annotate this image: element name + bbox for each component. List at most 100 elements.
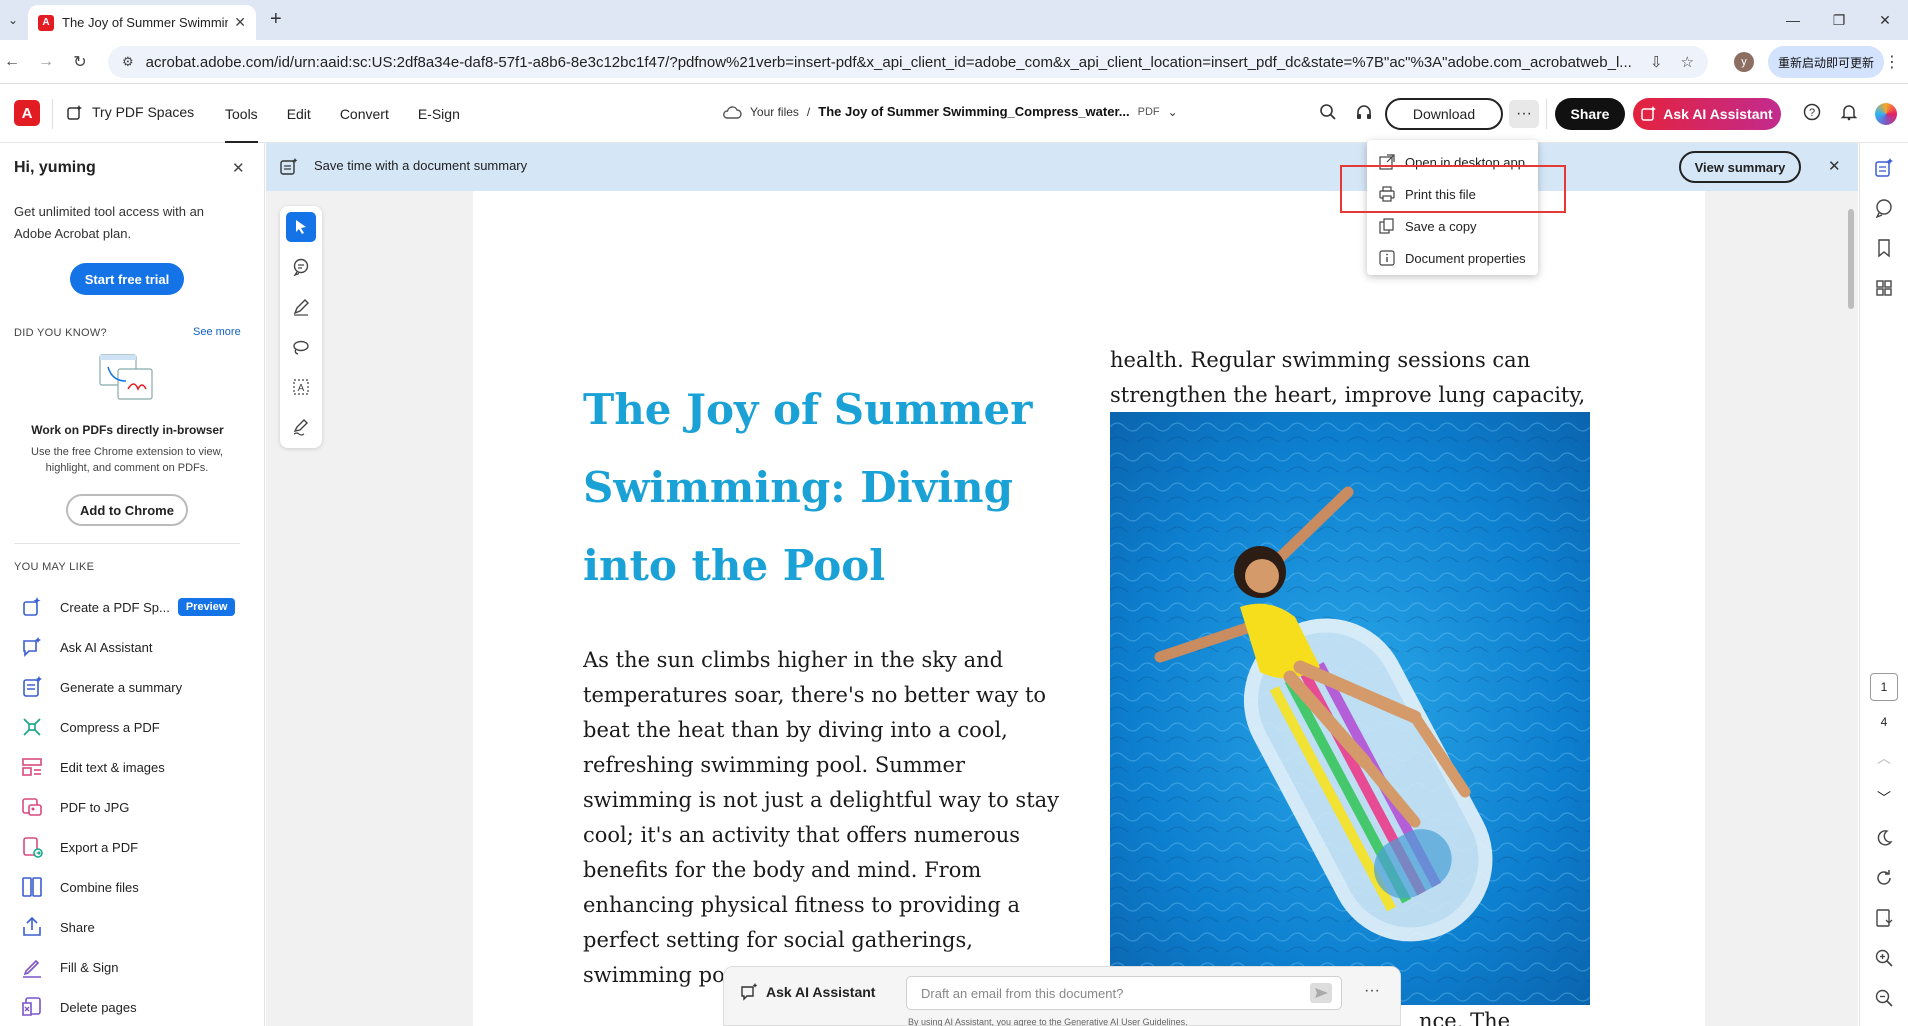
- browser-menu-icon[interactable]: ⋮: [1884, 52, 1900, 72]
- update-button[interactable]: 重新启动即可更新: [1768, 46, 1884, 78]
- acrobat-header: A Try PDF Spaces Tools Edit Convert E-Si…: [0, 85, 1908, 143]
- highlight-pen-icon[interactable]: [286, 292, 316, 322]
- install-app-icon[interactable]: ⇩: [1650, 53, 1663, 71]
- nav-esign[interactable]: E-Sign: [418, 85, 460, 143]
- tool-share[interactable]: Share: [14, 907, 254, 947]
- download-button[interactable]: Download: [1385, 98, 1503, 130]
- nav-edit[interactable]: Edit: [287, 85, 311, 143]
- tool-compress-pdf[interactable]: Compress a PDF: [14, 707, 254, 747]
- page-down-chevron-icon[interactable]: ﹀: [1873, 787, 1895, 809]
- header-divider: [52, 99, 53, 129]
- right-rail: 1 4 ︿ ﹀: [1859, 143, 1908, 1026]
- site-info-icon[interactable]: ⚙: [122, 54, 134, 70]
- tab-list-chevron-icon[interactable]: ⌄: [2, 8, 24, 32]
- bookmark-star-icon[interactable]: ☆: [1681, 53, 1694, 71]
- help-icon[interactable]: ?: [1803, 103, 1821, 126]
- tool-generate-summary[interactable]: Generate a summary: [14, 667, 254, 707]
- tool-fill-sign[interactable]: Fill & Sign: [14, 947, 254, 987]
- profile-avatar[interactable]: y: [1734, 52, 1754, 72]
- headphones-icon[interactable]: [1355, 103, 1373, 126]
- nav-tools[interactable]: Tools: [225, 85, 258, 143]
- add-to-chrome-button[interactable]: Add to Chrome: [66, 494, 188, 526]
- tool-ask-ai-assistant[interactable]: Ask AI Assistant: [14, 627, 254, 667]
- menu-item-label: Document properties: [1405, 250, 1526, 266]
- window-close-icon[interactable]: ✕: [1862, 0, 1908, 40]
- file-breadcrumb: Your files / The Joy of Summer Swimming_…: [722, 104, 1178, 119]
- svg-text:A: A: [298, 383, 305, 394]
- banner-close-icon[interactable]: ✕: [1828, 157, 1841, 175]
- ai-more-icon[interactable]: ···: [1364, 982, 1380, 1000]
- send-arrow-icon[interactable]: [1310, 983, 1332, 1003]
- tab-close-icon[interactable]: ✕: [234, 14, 246, 31]
- left-panel-close-icon[interactable]: ✕: [232, 159, 245, 177]
- forward-arrow-icon[interactable]: →: [34, 50, 58, 74]
- current-page-input[interactable]: 1: [1870, 673, 1898, 701]
- page-up-chevron-icon[interactable]: ︿: [1873, 747, 1895, 769]
- document-bottom-fragment: nce. The: [1419, 1009, 1511, 1026]
- nav-convert[interactable]: Convert: [340, 85, 389, 143]
- menu-document-properties[interactable]: Document properties: [1367, 242, 1538, 274]
- did-you-know-heading: DID YOU KNOW?: [14, 327, 107, 339]
- pdf-spaces-icon: [67, 105, 82, 120]
- comment-icon[interactable]: [286, 252, 316, 282]
- tool-label: Fill & Sign: [60, 959, 119, 975]
- header-divider-2: [1546, 99, 1547, 129]
- ai-prompt-input[interactable]: [906, 976, 1342, 1010]
- zoom-in-icon[interactable]: [1873, 947, 1895, 969]
- acrobat-logo-icon[interactable]: A: [14, 100, 40, 126]
- start-free-trial-button[interactable]: Start free trial: [70, 263, 184, 295]
- ai-summary-rail-icon[interactable]: [1873, 157, 1895, 179]
- file-name[interactable]: The Joy of Summer Swimming_Compress_wate…: [818, 104, 1129, 119]
- address-bar[interactable]: ⚙ acrobat.adobe.com/id/urn:aaid:sc:US:2d…: [108, 46, 1708, 78]
- pdf-page[interactable]: The Joy of Summer Swimming: Diving into …: [473, 191, 1705, 1026]
- you-may-like-heading: YOU MAY LIKE: [14, 561, 95, 573]
- browser-tab-active[interactable]: A The Joy of Summer Swimmin ✕: [28, 5, 256, 40]
- document-right-column-text: health. Regular swimming sessions can st…: [1110, 348, 1586, 407]
- tool-create-pdf-spaces[interactable]: Create a PDF Sp... Preview: [14, 587, 254, 627]
- search-icon[interactable]: [1319, 103, 1337, 126]
- tab-title: The Joy of Summer Swimmin: [62, 15, 229, 30]
- tool-pdf-to-jpg[interactable]: PDF to JPG: [14, 787, 254, 827]
- select-cursor-icon[interactable]: [286, 212, 316, 242]
- try-pdf-spaces-button[interactable]: Try PDF Spaces: [66, 103, 194, 121]
- more-options-icon[interactable]: ···: [1509, 100, 1539, 128]
- sign-pen-icon[interactable]: [286, 412, 316, 442]
- ask-ai-assistant-button[interactable]: Ask AI Assistant: [1633, 98, 1781, 130]
- draw-lasso-icon[interactable]: [286, 332, 316, 362]
- page-export-icon[interactable]: [1873, 907, 1895, 929]
- text-box-icon[interactable]: A: [286, 372, 316, 402]
- chrome-extension-illustration-icon: [99, 354, 153, 400]
- tool-edit-text-images[interactable]: Edit text & images: [14, 747, 254, 787]
- cloud-icon: [723, 105, 742, 119]
- notifications-bell-icon[interactable]: [1840, 103, 1858, 126]
- user-avatar[interactable]: [1875, 103, 1897, 125]
- document-scrollbar[interactable]: [1844, 191, 1858, 1026]
- see-more-link[interactable]: See more: [193, 326, 241, 338]
- rotate-icon[interactable]: [1873, 867, 1895, 889]
- file-chevron-down-icon[interactable]: ⌄: [1168, 105, 1178, 119]
- ai-assistant-label[interactable]: Ask AI Assistant: [740, 983, 875, 1001]
- restore-icon[interactable]: ❐: [1816, 0, 1862, 40]
- summary-banner-icon: [280, 158, 298, 175]
- share-button[interactable]: Share: [1555, 98, 1625, 130]
- tool-combine-files[interactable]: Combine files: [14, 867, 254, 907]
- pdf-to-jpg-icon: [22, 798, 42, 816]
- your-files-link[interactable]: Your files: [750, 105, 799, 119]
- zoom-out-icon[interactable]: [1873, 987, 1895, 1009]
- minimize-icon[interactable]: —: [1770, 0, 1816, 40]
- try-pdf-spaces-label: Try PDF Spaces: [92, 104, 195, 120]
- create-spaces-icon: [23, 597, 41, 616]
- reload-icon[interactable]: ↻: [68, 50, 92, 74]
- tool-export-pdf[interactable]: Export a PDF: [14, 827, 254, 867]
- bookmark-rail-icon[interactable]: [1873, 237, 1895, 259]
- thumbnails-grid-icon[interactable]: [1873, 277, 1895, 299]
- new-tab-plus-icon[interactable]: +: [270, 8, 282, 31]
- view-summary-button[interactable]: View summary: [1679, 151, 1801, 183]
- url-text[interactable]: acrobat.adobe.com/id/urn:aaid:sc:US:2df8…: [146, 54, 1632, 71]
- back-arrow-icon[interactable]: ←: [0, 50, 24, 74]
- scrollbar-thumb[interactable]: [1848, 209, 1854, 309]
- comments-rail-icon[interactable]: [1873, 197, 1895, 219]
- tool-delete-pages[interactable]: Delete pages: [14, 987, 254, 1026]
- dark-mode-icon[interactable]: [1873, 827, 1895, 849]
- menu-save-copy[interactable]: Save a copy: [1367, 210, 1538, 242]
